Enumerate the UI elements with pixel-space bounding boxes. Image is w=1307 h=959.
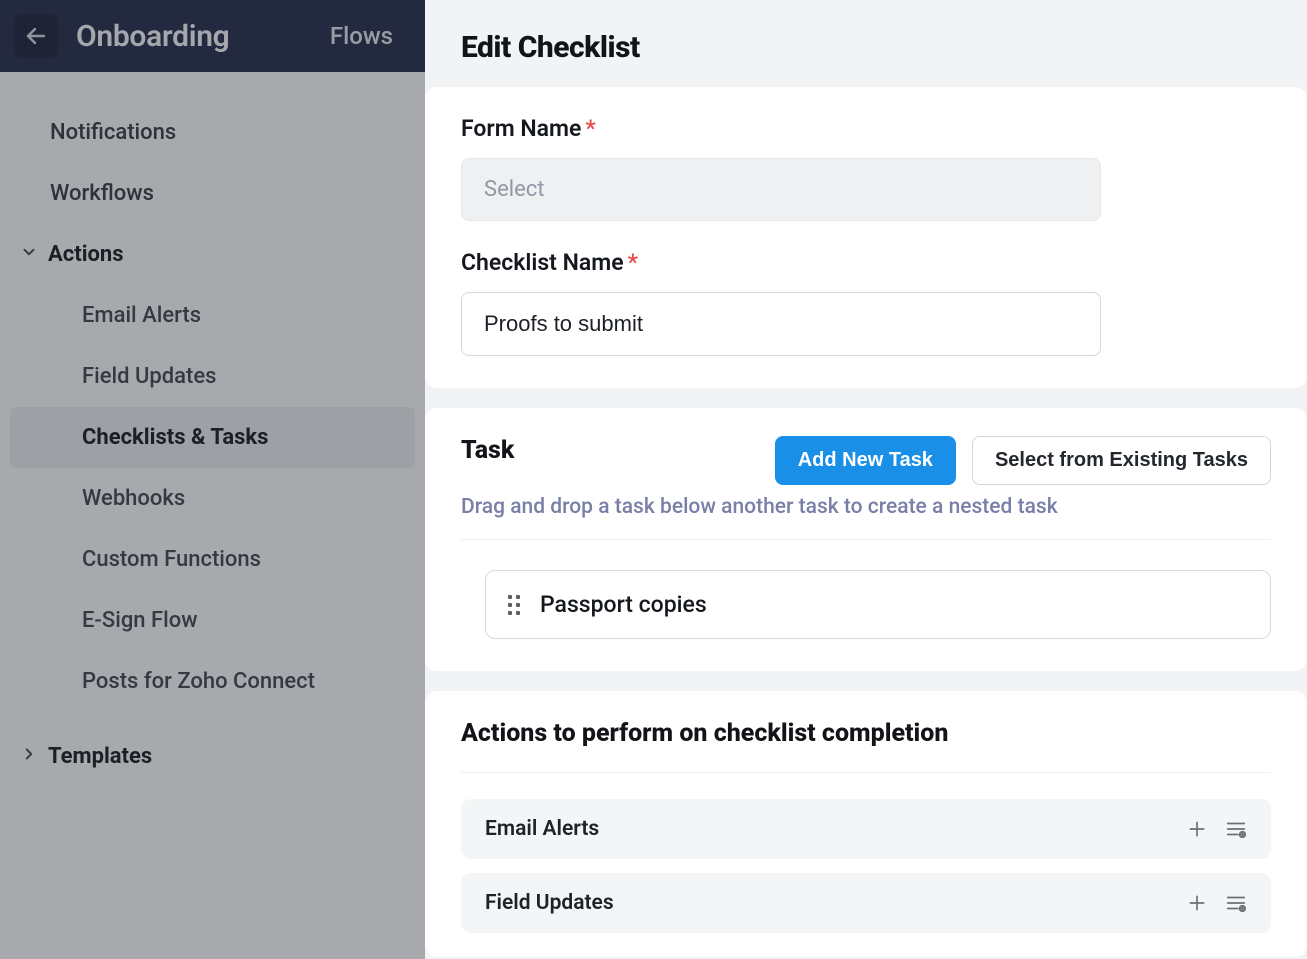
sidebar-item-notifications[interactable]: Notifications <box>0 102 425 163</box>
task-section-title: Task <box>461 436 514 465</box>
completion-actions-card: Actions to perform on checklist completi… <box>425 691 1307 957</box>
required-marker: * <box>628 249 638 276</box>
arrow-left-icon <box>24 24 48 48</box>
sidebar-group-templates[interactable]: Templates <box>0 726 425 787</box>
checklist-name-label-text: Checklist Name <box>461 249 624 276</box>
action-row-email-alerts[interactable]: Email Alerts <box>461 799 1271 859</box>
sidebar-item-field-updates[interactable]: Field Updates <box>0 346 425 407</box>
panel-scroll[interactable]: Form Name* Select Checklist Name* Task A… <box>425 87 1307 959</box>
sidebar-item-email-alerts[interactable]: Email Alerts <box>0 285 425 346</box>
list-add-icon[interactable] <box>1225 892 1247 914</box>
list-add-icon[interactable] <box>1225 818 1247 840</box>
drag-handle-icon[interactable] <box>508 595 520 615</box>
chevron-right-icon <box>20 744 38 769</box>
add-new-task-button[interactable]: Add New Task <box>775 436 956 485</box>
task-buttons: Add New Task Select from Existing Tasks <box>775 436 1271 485</box>
sidebar-group-actions[interactable]: Actions <box>0 224 425 285</box>
action-row-icons <box>1187 892 1247 914</box>
sidebar-title: Onboarding <box>76 19 330 54</box>
checklist-name-label: Checklist Name* <box>461 249 1271 276</box>
sidebar-item-checklists-tasks[interactable]: Checklists & Tasks <box>10 407 415 468</box>
sidebar-item-custom-functions[interactable]: Custom Functions <box>0 529 425 590</box>
task-header: Task Add New Task Select from Existing T… <box>461 436 1271 485</box>
form-name-field: Form Name* Select <box>461 115 1271 221</box>
edit-checklist-panel: Edit Checklist Form Name* Select Checkli… <box>425 0 1307 959</box>
checklist-form-card: Form Name* Select Checklist Name* <box>425 87 1307 388</box>
task-card: Task Add New Task Select from Existing T… <box>425 408 1307 671</box>
task-row-label: Passport copies <box>540 591 707 618</box>
chevron-down-icon <box>20 242 38 267</box>
select-existing-tasks-button[interactable]: Select from Existing Tasks <box>972 436 1271 485</box>
sidebar-item-webhooks[interactable]: Webhooks <box>0 468 425 529</box>
sidebar-item-posts-connect[interactable]: Posts for Zoho Connect <box>0 651 425 712</box>
back-button[interactable] <box>14 14 58 58</box>
sidebar-group-templates-label: Templates <box>48 744 152 769</box>
sidebar-item-workflows[interactable]: Workflows <box>0 163 425 224</box>
completion-actions-title: Actions to perform on checklist completi… <box>461 719 1271 773</box>
task-hint: Drag and drop a task below another task … <box>461 495 1271 540</box>
sidebar: Onboarding Flows Notifications Workflows… <box>0 0 425 959</box>
sidebar-item-esign-flow[interactable]: E-Sign Flow <box>0 590 425 651</box>
action-row-label: Field Updates <box>485 891 614 915</box>
form-name-select[interactable]: Select <box>461 158 1101 221</box>
form-name-label-text: Form Name <box>461 115 581 142</box>
action-row-field-updates[interactable]: Field Updates <box>461 873 1271 933</box>
sidebar-tab-flows[interactable]: Flows <box>330 22 401 50</box>
plus-icon[interactable] <box>1187 819 1207 839</box>
required-marker: * <box>585 115 595 142</box>
sidebar-body: Notifications Workflows Actions Email Al… <box>0 72 425 787</box>
checklist-name-input[interactable] <box>461 292 1101 356</box>
page-title: Edit Checklist <box>461 30 1271 65</box>
action-row-label: Email Alerts <box>485 817 599 841</box>
panel-header: Edit Checklist <box>425 0 1307 87</box>
sidebar-header: Onboarding Flows <box>0 0 425 72</box>
sidebar-group-actions-label: Actions <box>48 242 124 267</box>
form-name-label: Form Name* <box>461 115 1271 142</box>
action-row-icons <box>1187 818 1247 840</box>
checklist-name-field: Checklist Name* <box>461 249 1271 356</box>
task-row-passport-copies[interactable]: Passport copies <box>485 570 1271 639</box>
plus-icon[interactable] <box>1187 893 1207 913</box>
